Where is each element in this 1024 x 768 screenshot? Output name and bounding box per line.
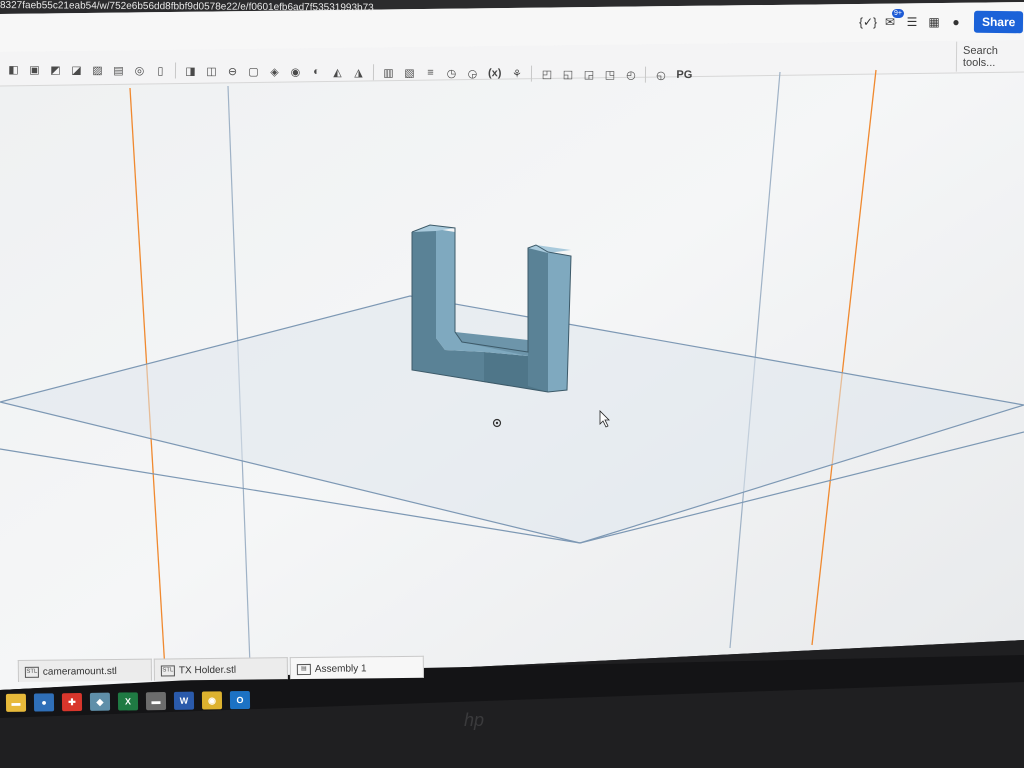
fillet-icon[interactable]: ◨: [183, 63, 198, 78]
mirror-icon[interactable]: ◐: [309, 64, 324, 79]
assembly-icon: ▤: [296, 663, 311, 676]
extrude-icon[interactable]: ▣: [27, 62, 42, 77]
help-icon[interactable]: ●: [948, 14, 964, 30]
list-icon[interactable]: ☰: [904, 14, 920, 30]
cylinder-icon[interactable]: ▯: [153, 63, 168, 78]
hp-logo: hp: [464, 710, 485, 730]
transform-icon[interactable]: ◈: [267, 64, 282, 79]
app-icon[interactable]: ●: [33, 693, 55, 712]
chamfer-icon[interactable]: ◫: [204, 63, 219, 78]
sweep-icon[interactable]: ◪: [69, 62, 84, 77]
mate-connector-icon[interactable]: ▧: [402, 65, 417, 80]
thicken-icon[interactable]: ▤: [111, 62, 126, 77]
app-icon[interactable]: ◆: [89, 692, 111, 711]
section-icon[interactable]: ◶: [465, 66, 480, 81]
bend-icon[interactable]: ◳: [602, 67, 617, 82]
tab-assembly[interactable]: ▤ Assembly 1: [289, 655, 424, 680]
tab-icon[interactable]: ◲: [581, 67, 596, 82]
enclose-icon[interactable]: ◎: [132, 63, 147, 78]
plane-icon[interactable]: ▥: [381, 65, 396, 80]
pattern-icon[interactable]: ◉: [288, 64, 303, 79]
split-icon[interactable]: ▢: [246, 64, 261, 79]
configuration-icon[interactable]: ⚘: [509, 66, 524, 81]
sketch-icon[interactable]: ◧: [6, 62, 21, 77]
surface-icon[interactable]: ◵: [653, 67, 668, 82]
boolean-icon[interactable]: ⊖: [225, 63, 240, 78]
document-tabs: STL cameramount.stl STL TX Holder.stl ▤ …: [17, 655, 426, 682]
draft-icon[interactable]: ◮: [351, 65, 366, 80]
file-explorer-icon[interactable]: ▬: [5, 693, 27, 712]
loft-icon[interactable]: ▨: [90, 62, 105, 77]
word-icon[interactable]: W: [173, 691, 195, 710]
variables-icon[interactable]: {✓}: [859, 14, 877, 30]
list-icon[interactable]: ≡: [423, 65, 438, 80]
share-button[interactable]: Share: [973, 10, 1024, 34]
notifications-icon[interactable]: ✉ 9+: [882, 9, 904, 30]
outlook-icon[interactable]: O: [229, 690, 251, 710]
search-tools[interactable]: Search tools...: [955, 41, 1024, 73]
flange-icon[interactable]: ◱: [560, 66, 575, 81]
tab-tx-holder[interactable]: STL TX Holder.stl: [153, 657, 288, 681]
stl-file-icon: STL: [24, 666, 39, 678]
top-right-actions: {✓} ✉ 9+ ☰ ▦ ● Share: [859, 9, 1024, 34]
chrome-icon[interactable]: ◉: [201, 691, 223, 710]
tab-label: TX Holder.stl: [178, 664, 237, 677]
sheet-metal-icon[interactable]: ◰: [539, 66, 554, 81]
app-icon[interactable]: ✚: [61, 692, 83, 712]
apps-icon[interactable]: ▦: [926, 14, 942, 30]
notification-badge: 9+: [892, 9, 904, 18]
tab-cameramount[interactable]: STL cameramount.stl: [17, 658, 152, 682]
cad-viewport[interactable]: [0, 0, 1024, 768]
measure-icon[interactable]: ◷: [444, 65, 459, 80]
shell-icon[interactable]: ◭: [330, 64, 345, 79]
revolve-icon[interactable]: ◩: [48, 62, 63, 77]
tab-label: Assembly 1: [314, 663, 367, 675]
app-icon[interactable]: ▬: [145, 691, 167, 711]
windows-taskbar: ▬ ● ✚ ◆ X ▬ W ◉ O: [0, 686, 306, 716]
form-icon[interactable]: ◴: [623, 67, 638, 82]
pg-button[interactable]: PG: [676, 69, 692, 81]
variable-button[interactable]: (x): [488, 67, 502, 79]
excel-icon[interactable]: X: [117, 692, 139, 711]
stl-file-icon: STL: [160, 665, 175, 677]
tab-label: cameramount.stl: [42, 665, 117, 678]
